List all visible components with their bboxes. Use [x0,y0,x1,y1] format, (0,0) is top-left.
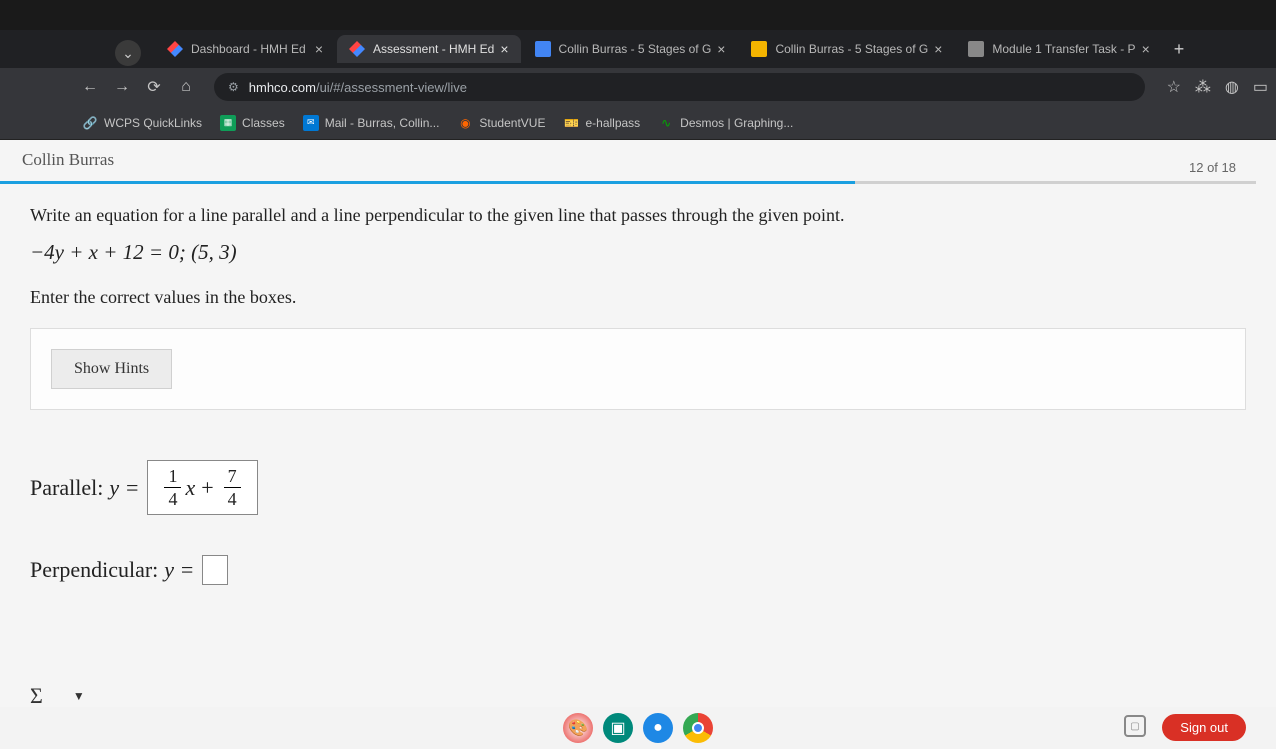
bookmark-label: Desmos | Graphing... [680,116,793,130]
tab-module[interactable]: Module 1 Transfer Task - P × [956,35,1161,63]
perpendicular-answer-row: Perpendicular: y = [30,555,1246,585]
classes-icon: ▦ [220,115,236,131]
tab-doc-2[interactable]: Collin Burras - 5 Stages of G × [739,35,954,63]
extensions-icon[interactable]: ⁂ [1195,77,1211,97]
close-icon[interactable]: × [934,41,942,57]
os-taskbar: 🎨 ▣ ● [0,707,1276,749]
forward-button[interactable]: → [112,78,132,96]
generic-icon [968,41,984,57]
bookmark-label: Classes [242,116,285,130]
sub-instruction: Enter the correct values in the boxes. [30,287,1246,308]
app-icon-1[interactable]: 🎨 [563,713,593,743]
bookmark-ehallpass[interactable]: 🎫 e-hallpass [563,115,640,131]
sign-out-button[interactable]: Sign out [1162,714,1246,741]
home-button[interactable]: ⌂ [176,78,196,96]
url-path: /ui/#/assessment-view/live [316,80,467,95]
parallel-label: Parallel: [30,475,103,501]
close-icon[interactable]: × [1142,41,1150,57]
tab-title: Collin Burras - 5 Stages of G [775,42,928,56]
y-equals: y = [164,557,194,583]
tab-dashboard[interactable]: Dashboard - HMH Ed × [155,35,335,63]
sigma-button[interactable]: Σ [30,683,43,709]
screen-icon[interactable]: ▢ [1124,715,1146,737]
question-instruction: Write an equation for a line parallel an… [30,205,1246,226]
profile-icon[interactable]: ◍ [1225,77,1239,97]
chrome-icon[interactable] [683,713,713,743]
bookmark-desmos[interactable]: ∿ Desmos | Graphing... [658,115,793,131]
star-icon[interactable]: ☆ [1167,77,1181,97]
tab-title: Module 1 Transfer Task - P [992,42,1135,56]
back-button[interactable]: ← [80,78,100,96]
desmos-icon: ∿ [658,115,674,131]
ehallpass-icon: 🎫 [563,115,579,131]
close-icon[interactable]: × [315,41,323,57]
bookmarks-bar: 🔗 WCPS QuickLinks ▦ Classes ✉ Mail - Bur… [0,106,1276,140]
mail-icon: ✉ [303,115,319,131]
page-content: Collin Burras 12 of 18 Write an equation… [0,140,1276,749]
docs-icon [535,41,551,57]
bookmark-label: WCPS QuickLinks [104,116,202,130]
app-icon-3[interactable]: ● [643,713,673,743]
bookmark-studentvue[interactable]: ◉ StudentVUE [457,115,545,131]
browser-tabs: ⌄ Dashboard - HMH Ed × Assessment - HMH … [0,30,1276,68]
close-icon[interactable]: × [500,41,508,57]
bookmark-mail[interactable]: ✉ Mail - Burras, Collin... [303,115,440,131]
slides-icon [751,41,767,57]
y-equals: y = [109,475,139,501]
url-input[interactable]: ⚙ hmhco.com/ui/#/assessment-view/live [214,73,1145,101]
progress-bar [0,181,1276,187]
parallel-input[interactable]: 1 4 x + 7 4 [147,460,257,515]
show-hints-button[interactable]: Show Hints [51,349,172,389]
reload-button[interactable]: ⟳ [144,77,164,97]
tab-title: Collin Burras - 5 Stages of G [559,42,712,56]
hints-panel: Show Hints [30,328,1246,410]
hmh-icon [167,41,183,57]
url-domain: hmhco.com [249,80,316,95]
progress-fill [0,181,855,184]
tab-assessment[interactable]: Assessment - HMH Ed × [337,35,521,63]
close-icon[interactable]: × [717,41,725,57]
assessment-header: Collin Burras 12 of 18 [0,140,1276,181]
hmh-icon [349,41,365,57]
parallel-answer-row: Parallel: y = 1 4 x + 7 4 [30,460,1246,515]
tab-search-button[interactable]: ⌄ [115,40,141,66]
os-top-bar [0,0,1276,30]
bookmark-label: Mail - Burras, Collin... [325,116,440,130]
bookmark-label: StudentVUE [479,116,545,130]
app-icon-2[interactable]: ▣ [603,713,633,743]
cast-icon[interactable]: ▭ [1253,77,1268,97]
bookmark-wcps[interactable]: 🔗 WCPS QuickLinks [82,115,202,131]
plus-op: + [201,475,213,501]
link-icon: 🔗 [82,115,98,131]
address-bar: ← → ⟳ ⌂ ⚙ hmhco.com/ui/#/assessment-view… [0,68,1276,106]
studentvue-icon: ◉ [457,115,473,131]
tab-title: Assessment - HMH Ed [373,42,494,56]
fraction-2: 7 4 [224,467,241,508]
bookmark-label: e-hallpass [585,116,640,130]
var-x: x [185,475,195,501]
fraction-1: 1 4 [164,467,181,508]
student-name: Collin Burras [22,150,114,175]
chevron-down-icon: ⌄ [122,45,134,62]
bookmark-classes[interactable]: ▦ Classes [220,115,285,131]
given-equation: −4y + x + 12 = 0; (5, 3) [30,240,1246,265]
math-toolbar: Σ ▼ [30,683,85,709]
tab-doc-1[interactable]: Collin Burras - 5 Stages of G × [523,35,738,63]
perpendicular-input[interactable] [202,555,228,585]
question-progress: 12 of 18 [1189,150,1256,175]
perpendicular-label: Perpendicular: [30,557,158,583]
toolbar-dropdown[interactable]: ▼ [73,689,85,703]
new-tab-button[interactable]: + [1164,39,1195,60]
tab-title: Dashboard - HMH Ed [191,42,309,56]
question-body: Write an equation for a line parallel an… [0,205,1276,585]
site-settings-icon[interactable]: ⚙ [228,80,239,94]
